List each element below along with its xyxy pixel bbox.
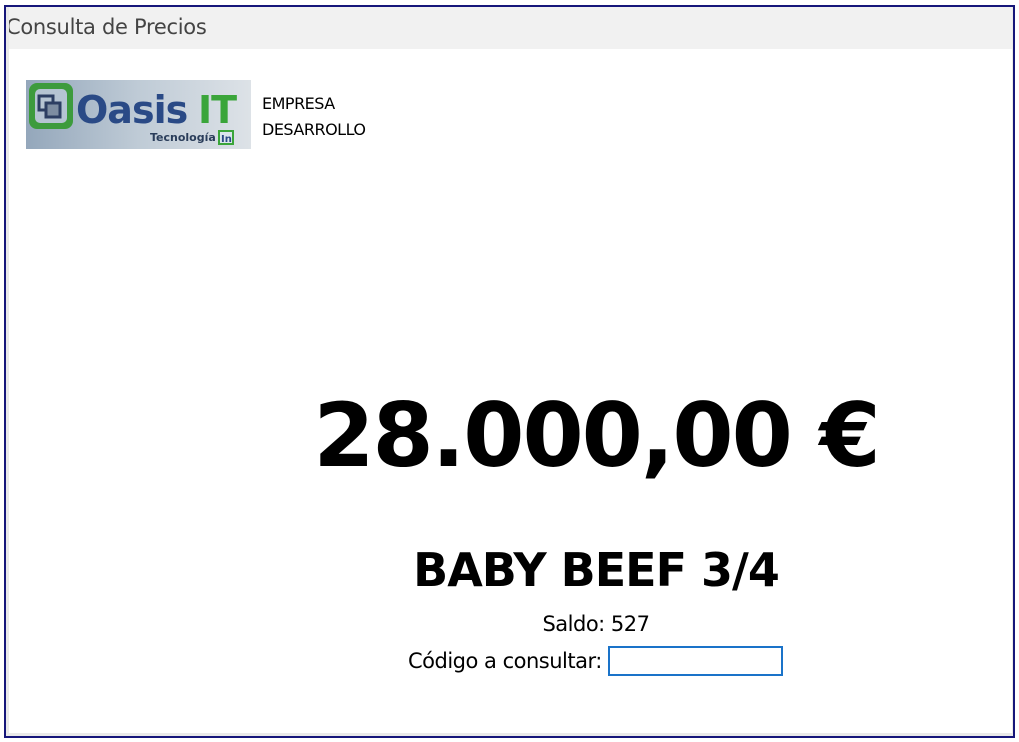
code-label: Código a consultar: bbox=[408, 649, 602, 673]
company-logo: Oasis IT Tecnología In bbox=[26, 80, 251, 149]
oasis-it-logo-icon: Oasis IT Tecnología In bbox=[26, 80, 251, 149]
svg-text:IT: IT bbox=[198, 88, 237, 132]
company-line-2: DESARROLLO bbox=[262, 120, 366, 139]
code-input[interactable] bbox=[607, 646, 783, 676]
window-title: Consulta de Precios bbox=[6, 15, 207, 39]
company-info: EMPRESA DESARROLLO bbox=[262, 91, 366, 143]
code-query-row: Código a consultar: bbox=[408, 644, 783, 678]
stock-balance: Saldo: 527 bbox=[542, 612, 650, 636]
logo-badge: In bbox=[221, 134, 232, 145]
svg-text:Oasis: Oasis bbox=[76, 88, 187, 132]
logo-tagline: Tecnología bbox=[150, 131, 216, 144]
product-name: BABY BEEF 3/4 bbox=[413, 543, 780, 597]
price-check-window: Consulta de Precios Oasis IT Tecnología bbox=[4, 5, 1015, 738]
company-line-1: EMPRESA bbox=[262, 94, 335, 113]
price-display: 28.000,00 € bbox=[313, 384, 880, 487]
title-bar: Consulta de Precios bbox=[6, 7, 1013, 49]
